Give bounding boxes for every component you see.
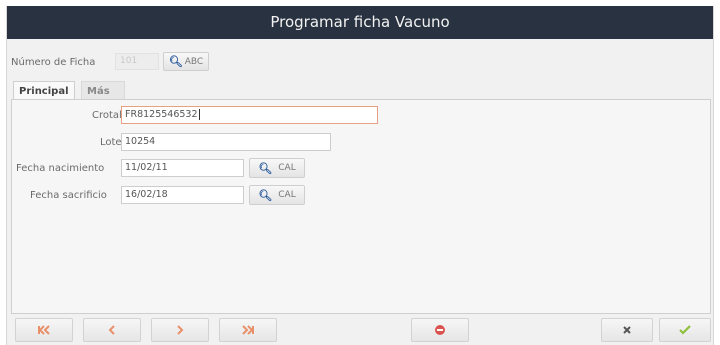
search-icon: 🔍︎: [168, 55, 183, 68]
crotal-input[interactable]: FR8125546532: [121, 106, 378, 124]
fecha-sacrificio-input[interactable]: 16/02/18: [121, 186, 244, 204]
cal-label: CAL: [278, 163, 296, 173]
close-icon: [623, 326, 631, 334]
fecha-nacimiento-input[interactable]: 11/02/11: [121, 159, 244, 177]
cancel-button[interactable]: [601, 318, 653, 342]
double-chevron-right-icon: [242, 325, 254, 335]
search-icon: 🔍︎: [258, 161, 273, 175]
previous-record-button[interactable]: [83, 318, 141, 342]
dialog-window: Programar ficha Vacuno Número de Ficha 1…: [6, 6, 714, 345]
ficha-search-button[interactable]: 🔍︎ ABC: [163, 52, 209, 71]
accept-button[interactable]: [659, 318, 711, 342]
crotal-value: FR8125546532: [125, 109, 198, 120]
delete-button[interactable]: [411, 318, 469, 342]
fecha-nacimiento-cal-button[interactable]: 🔍︎ CAL: [249, 158, 305, 178]
tab-principal[interactable]: Principal: [13, 81, 75, 100]
chevron-right-icon: [177, 325, 184, 335]
crotal-label: Crotal: [92, 110, 122, 121]
ficha-label: Número de Ficha: [11, 57, 96, 68]
tab-mas-datos[interactable]: Más datos: [81, 81, 125, 116]
first-record-button[interactable]: [15, 318, 73, 342]
next-record-button[interactable]: [151, 318, 209, 342]
fecha-sacrificio-label: Fecha sacrificio: [30, 190, 107, 201]
last-record-button[interactable]: [219, 318, 277, 342]
chevron-left-icon: [108, 325, 115, 335]
text-caret: [198, 109, 200, 120]
lote-input[interactable]: 10254: [121, 133, 331, 151]
ficha-number-field[interactable]: 101: [115, 53, 159, 70]
ficha-search-label: ABC: [184, 56, 204, 67]
no-entry-icon: [435, 325, 445, 335]
lote-label: Lote: [100, 137, 122, 148]
tab-panel-principal: Crotal FR8125546532 Lote 10254 Fecha nac…: [11, 99, 711, 314]
fecha-nacimiento-label: Fecha nacimiento: [16, 163, 105, 174]
button-bar: [11, 318, 711, 345]
cal-label: CAL: [278, 190, 296, 200]
double-chevron-left-icon: [38, 325, 50, 335]
window-title: Programar ficha Vacuno: [7, 6, 713, 39]
fecha-sacrificio-cal-button[interactable]: 🔍︎ CAL: [249, 185, 305, 205]
checkmark-icon: [679, 325, 691, 335]
search-icon: 🔍︎: [258, 188, 273, 202]
